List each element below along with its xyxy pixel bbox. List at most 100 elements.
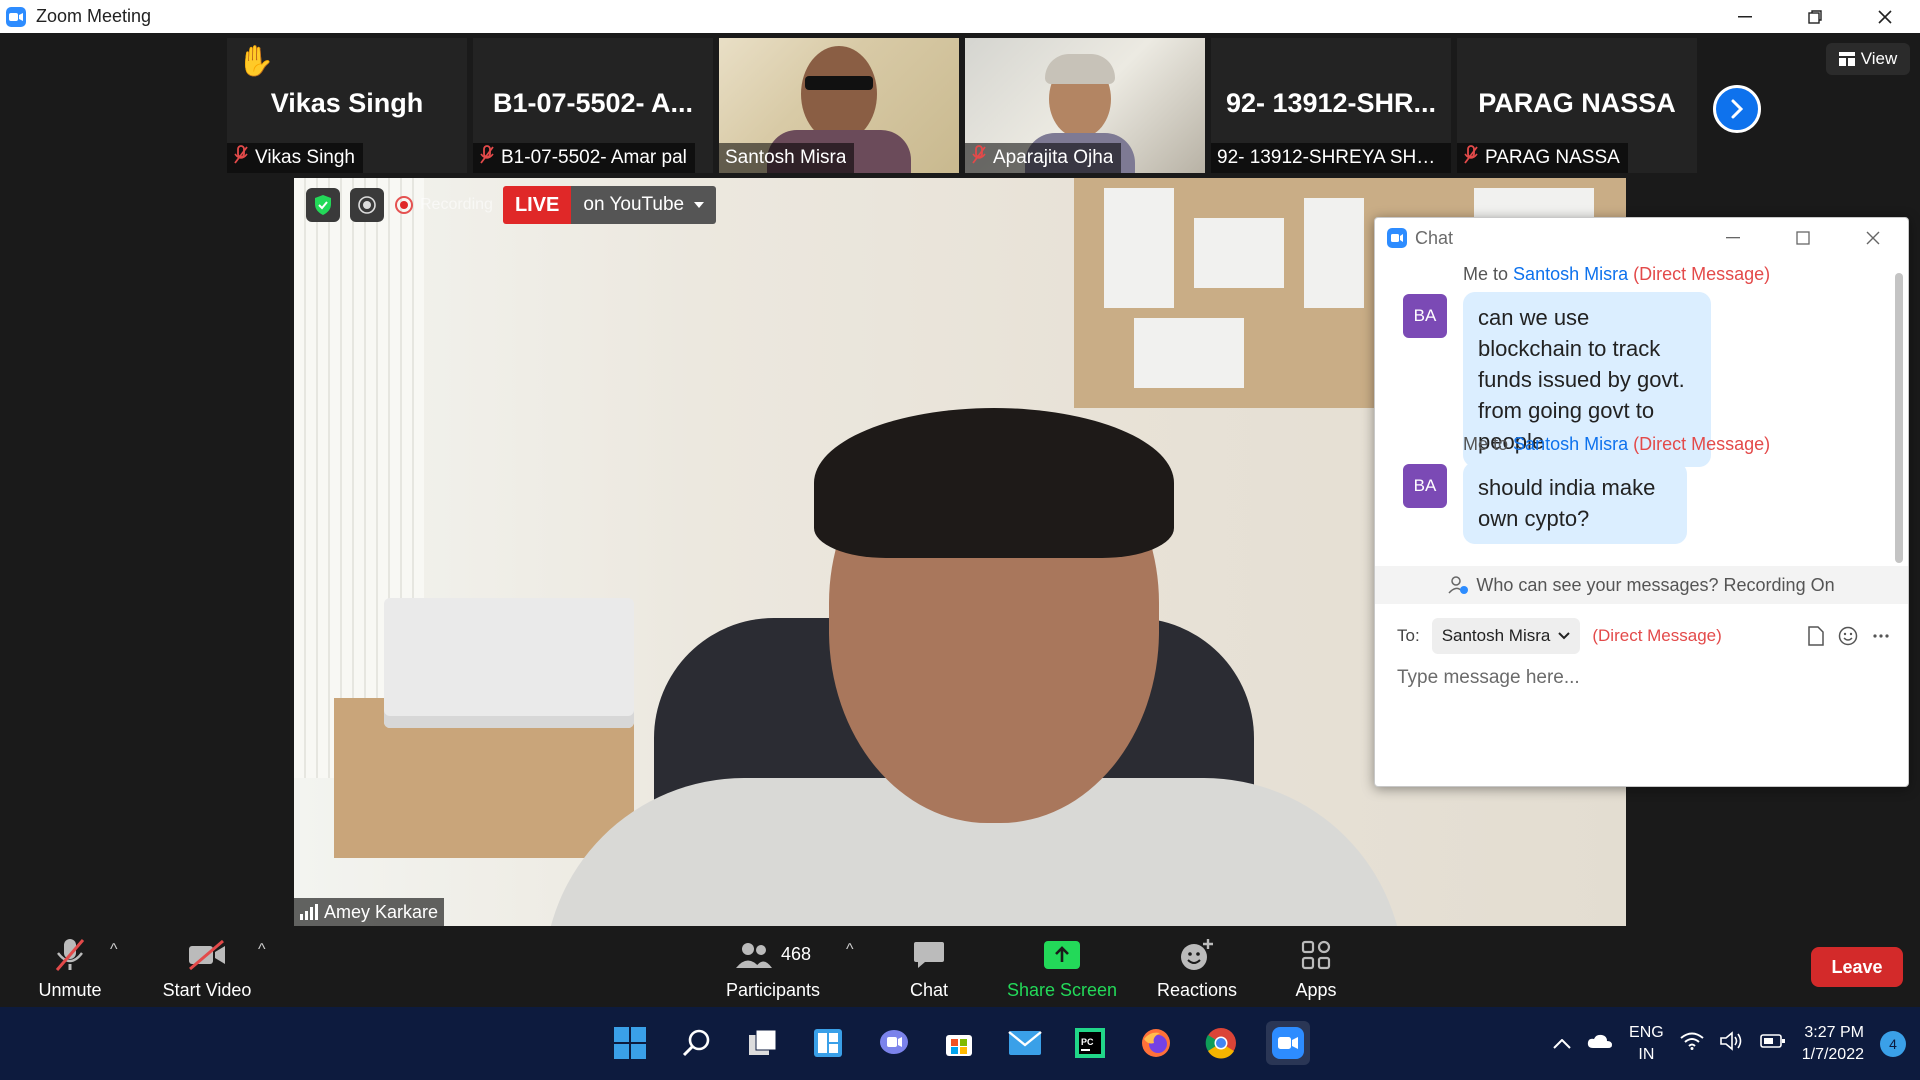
participant-count: 468 xyxy=(780,944,812,964)
chevron-down-icon xyxy=(1558,632,1571,640)
chat-maximize-button[interactable] xyxy=(1768,218,1838,258)
leave-button[interactable]: Leave xyxy=(1811,947,1903,987)
zoom-logo-icon xyxy=(6,6,26,27)
message-sender: Me to xyxy=(1463,434,1509,454)
chevron-up-icon[interactable] xyxy=(1553,1034,1571,1054)
participant-strip: ✋ Vikas Singh Vikas Singh B1-07-5502- A.… xyxy=(227,38,1697,173)
windows-start-icon[interactable] xyxy=(608,1021,652,1065)
participant-video-tile[interactable]: Santosh Misra xyxy=(719,38,959,173)
unmute-button[interactable]: Unmute xyxy=(20,927,120,1007)
participant-video-tile[interactable]: Aparajita Ojha xyxy=(965,38,1205,173)
next-page-button[interactable] xyxy=(1713,85,1761,133)
chat-button[interactable]: Chat xyxy=(889,927,969,1007)
mic-muted-icon xyxy=(53,934,87,976)
chevron-right-icon xyxy=(1731,99,1744,119)
task-view-icon[interactable] xyxy=(741,1021,785,1065)
notification-badge[interactable]: 4 xyxy=(1880,1030,1906,1057)
chat-label: Chat xyxy=(909,979,949,1000)
title-bar: Zoom Meeting xyxy=(0,0,1920,33)
chat-minimize-button[interactable] xyxy=(1698,218,1768,258)
firefox-icon[interactable] xyxy=(1134,1021,1178,1065)
recording-label: Recording xyxy=(420,196,493,213)
chat-message-header: Me to Santosh Misra (Direct Message) xyxy=(1463,434,1770,455)
window-title: Zoom Meeting xyxy=(36,6,152,26)
reactions-button[interactable]: Reactions xyxy=(1147,927,1247,1007)
speaker-hair xyxy=(814,408,1174,558)
search-icon[interactable] xyxy=(675,1021,719,1065)
chat-close-button[interactable] xyxy=(1838,218,1908,258)
unmute-label: Unmute xyxy=(38,979,102,1000)
mic-muted-icon xyxy=(233,145,249,171)
participant-big-name: 92- 13912-SHR... xyxy=(1225,88,1437,118)
participant-name: Vikas Singh xyxy=(255,147,355,168)
apps-button[interactable]: Apps xyxy=(1276,927,1356,1007)
file-icon[interactable] xyxy=(1808,626,1824,651)
live-stream-dropdown[interactable]: on YouTube xyxy=(571,186,717,224)
participant-label: B1-07-5502- Amar pal xyxy=(473,143,695,173)
view-button-label: View xyxy=(1860,49,1898,68)
participant-tile[interactable]: ✋ Vikas Singh Vikas Singh xyxy=(227,38,467,173)
message-recipient[interactable]: Santosh Misra xyxy=(1513,264,1628,284)
security-shield-icon[interactable] xyxy=(306,188,340,222)
chat-message-input[interactable] xyxy=(1397,658,1887,698)
recording-indicator: Recording xyxy=(394,195,493,215)
participant-tile[interactable]: PARAG NASSA PARAG NASSA xyxy=(1457,38,1697,173)
message-visibility-notice[interactable]: Who can see your messages? Recording On xyxy=(1375,566,1908,604)
apps-label: Apps xyxy=(1295,979,1337,1000)
avatar: BA xyxy=(1403,464,1447,508)
close-button[interactable] xyxy=(1850,0,1920,33)
participant-label: 92- 13912-SHREYA SHAR... xyxy=(1211,143,1451,173)
recipient-row: To: Santosh Misra (Direct Message) xyxy=(1397,618,1722,654)
visibility-notice-text: Who can see your messages? Recording On xyxy=(1476,574,1835,595)
view-button[interactable]: View xyxy=(1826,43,1910,75)
participant-tile[interactable]: B1-07-5502- A... B1-07-5502- Amar pal xyxy=(473,38,713,173)
share-screen-button[interactable]: Share Screen xyxy=(1002,927,1122,1007)
audio-options-caret[interactable]: ^ xyxy=(110,941,118,959)
pycharm-icon[interactable]: PC xyxy=(1068,1021,1112,1065)
zoom-app: Zoom Meeting ✋ Vikas Singh Vikas Singh B… xyxy=(0,0,1920,1080)
participant-label: Santosh Misra xyxy=(719,143,855,173)
signal-bars-icon xyxy=(300,904,318,920)
mail-icon[interactable] xyxy=(1003,1021,1047,1065)
more-options-icon[interactable] xyxy=(1872,626,1890,651)
teams-chat-icon[interactable] xyxy=(872,1021,916,1065)
restore-button[interactable] xyxy=(1780,0,1850,33)
video-options-caret[interactable]: ^ xyxy=(258,941,266,959)
minimize-button[interactable] xyxy=(1710,0,1780,33)
start-video-button[interactable]: Start Video xyxy=(152,927,262,1007)
participants-icon xyxy=(735,942,772,968)
speaker-name: Amey Karkare xyxy=(324,901,439,922)
participants-button[interactable]: 468 Participants xyxy=(718,927,828,1007)
meeting-area: ✋ Vikas Singh Vikas Singh B1-07-5502- A.… xyxy=(0,33,1920,927)
emoji-icon[interactable] xyxy=(1838,626,1858,651)
record-status-icon[interactable] xyxy=(350,188,384,222)
person-lock-icon xyxy=(1448,576,1469,594)
language-indicator[interactable]: ENG IN xyxy=(1629,1022,1664,1066)
chrome-icon[interactable] xyxy=(1199,1021,1243,1065)
clock[interactable]: 3:27 PM 1/7/2022 xyxy=(1802,1022,1864,1066)
mic-muted-icon xyxy=(479,145,495,171)
chat-bubble: should india make own cypto? xyxy=(1463,462,1687,544)
region-code: IN xyxy=(1638,1045,1655,1063)
chat-scrollbar[interactable] xyxy=(1895,273,1903,563)
apps-icon xyxy=(1301,934,1331,976)
video-background-printer xyxy=(384,598,634,728)
recipient-select[interactable]: Santosh Misra xyxy=(1431,618,1581,654)
participant-label: Vikas Singh xyxy=(227,143,363,173)
svg-text:PC: PC xyxy=(1081,1037,1094,1047)
widgets-icon[interactable] xyxy=(806,1021,850,1065)
share-screen-label: Share Screen xyxy=(1006,979,1118,1000)
battery-icon[interactable] xyxy=(1759,1033,1786,1054)
onedrive-cloud-icon[interactable] xyxy=(1587,1033,1613,1054)
participants-options-caret[interactable]: ^ xyxy=(846,941,854,959)
volume-icon[interactable] xyxy=(1719,1031,1744,1056)
zoom-taskbar-icon[interactable] xyxy=(1266,1021,1310,1065)
clock-date: 1/7/2022 xyxy=(1801,1045,1864,1063)
message-recipient[interactable]: Santosh Misra xyxy=(1513,434,1628,454)
message-type: (Direct Message) xyxy=(1633,434,1771,454)
caret-down-icon xyxy=(694,202,705,208)
wifi-icon[interactable] xyxy=(1680,1032,1704,1055)
reactions-label: Reactions xyxy=(1156,979,1238,1000)
microsoft-store-icon[interactable] xyxy=(937,1021,981,1065)
participant-tile[interactable]: 92- 13912-SHR... 92- 13912-SHREYA SHAR..… xyxy=(1211,38,1451,173)
